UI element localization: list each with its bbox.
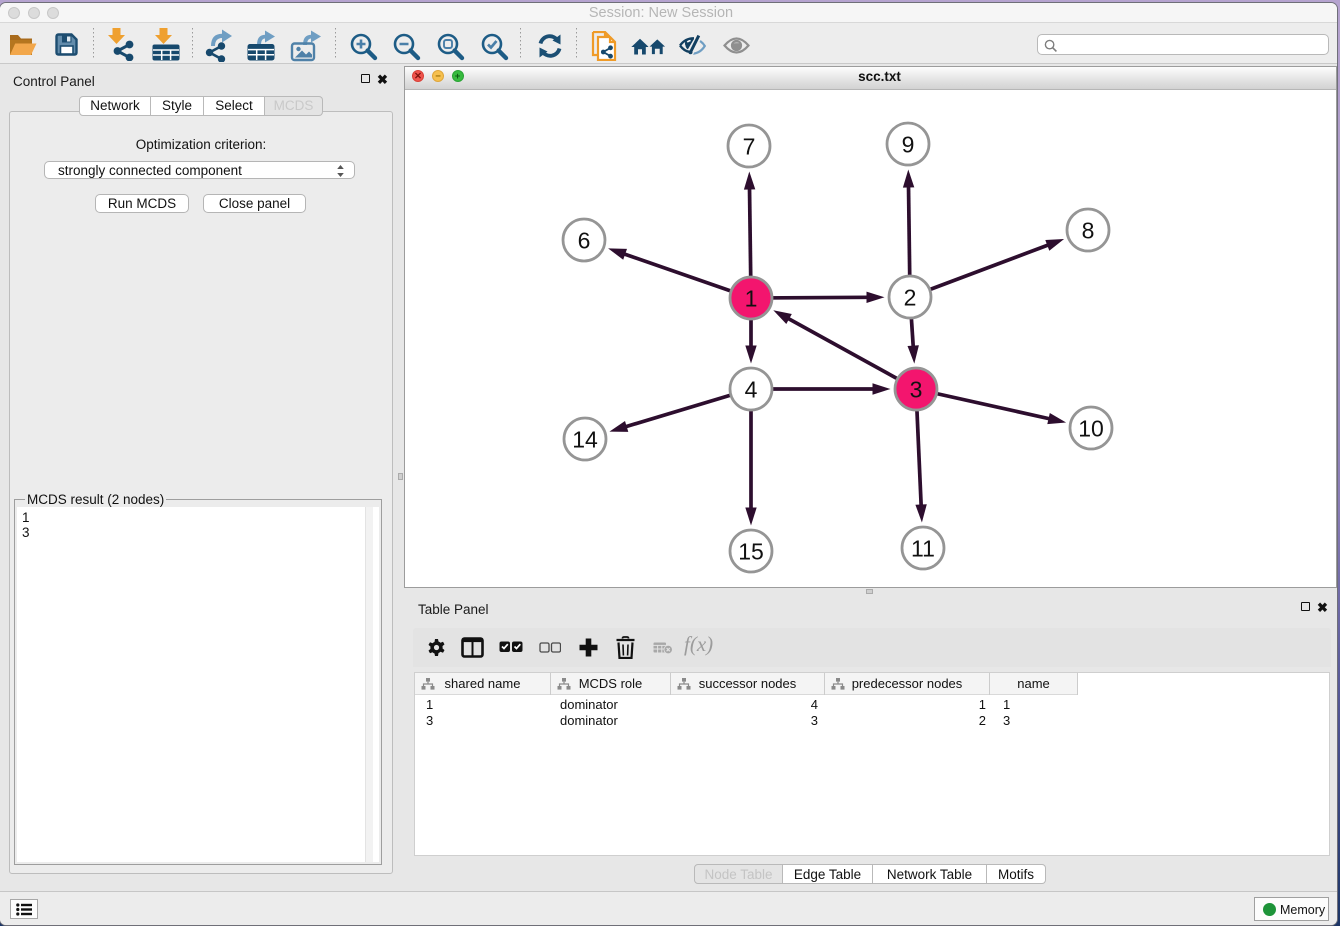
svg-text:11: 11: [911, 536, 935, 562]
svg-text:2: 2: [904, 285, 917, 311]
svg-text:8: 8: [1082, 218, 1095, 244]
svg-text:3: 3: [910, 377, 923, 403]
svg-text:10: 10: [1078, 416, 1104, 442]
svg-text:14: 14: [572, 427, 598, 453]
svg-text:15: 15: [738, 539, 764, 565]
svg-text:1: 1: [745, 286, 758, 312]
svg-text:6: 6: [578, 228, 591, 254]
svg-text:9: 9: [902, 132, 915, 158]
svg-text:7: 7: [743, 134, 756, 160]
svg-text:4: 4: [745, 377, 758, 403]
